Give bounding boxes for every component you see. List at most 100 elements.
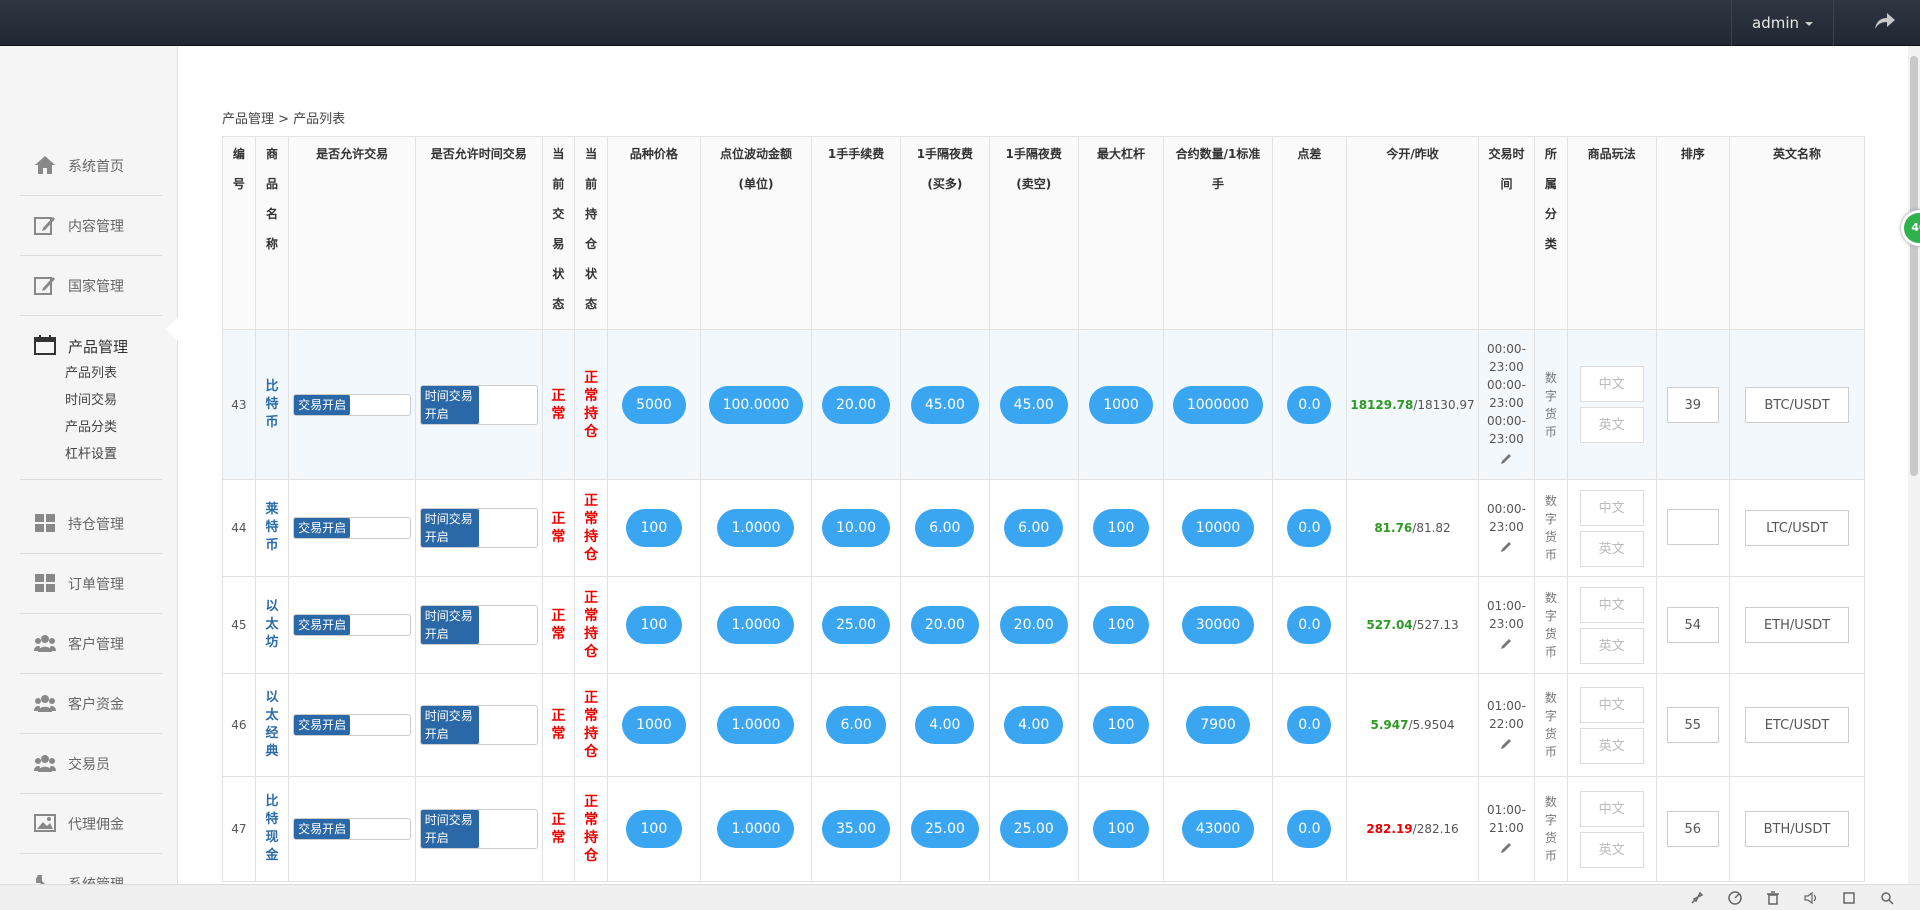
cell-name[interactable]: 比特现金 (254, 776, 290, 882)
chinese-button[interactable]: 中文 (1579, 686, 1644, 723)
subitem-leverage[interactable]: 杠杆设置 (65, 443, 117, 462)
price-pill[interactable]: 100 (625, 606, 682, 644)
sidebar-item-positions[interactable]: 持仓管理 (20, 494, 162, 554)
allow-trade-toggle[interactable]: 交易开启 (293, 714, 412, 736)
allow-time-trade-toggle[interactable]: 时间交易开启 (419, 384, 538, 425)
contract-qty-pill[interactable]: 43000 (1181, 810, 1255, 848)
sort-input[interactable]: 39 (1666, 386, 1719, 423)
scrollbar-thumb[interactable] (1910, 56, 1918, 476)
overnight-short-pill[interactable]: 25.00 (999, 810, 1068, 848)
speed-icon[interactable] (1728, 891, 1742, 905)
subitem-product-category[interactable]: 产品分类 (65, 416, 117, 435)
fee-pill[interactable]: 35.00 (822, 810, 891, 848)
sort-input[interactable]: 54 (1666, 607, 1719, 643)
price-pill[interactable]: 100 (625, 810, 682, 848)
sidebar-item-orders[interactable]: 订单管理 (20, 554, 162, 614)
window-icon[interactable] (1842, 891, 1856, 905)
leverage-pill[interactable]: 100 (1093, 706, 1149, 744)
sidebar-item-home[interactable]: 系统首页 (20, 136, 162, 196)
english-name-input[interactable]: ETH/USDT (1745, 607, 1850, 643)
allow-time-trade-toggle[interactable]: 时间交易开启 (419, 508, 538, 548)
spread-pill[interactable]: 0.0 (1287, 706, 1332, 744)
search-icon[interactable] (1880, 891, 1894, 905)
sidebar-item-country[interactable]: 国家管理 (20, 256, 162, 316)
tick-value-pill[interactable]: 1.0000 (717, 810, 795, 848)
tick-value-pill[interactable]: 1.0000 (717, 606, 795, 644)
pencil-icon[interactable] (1499, 637, 1513, 651)
english-name-input[interactable]: BTH/USDT (1745, 811, 1850, 847)
allow-trade-toggle[interactable]: 交易开启 (293, 818, 412, 840)
tick-value-pill[interactable]: 1.0000 (717, 509, 795, 547)
overnight-long-pill[interactable]: 25.00 (910, 810, 979, 848)
allow-time-trade-toggle[interactable]: 时间交易开启 (419, 809, 538, 849)
overnight-long-pill[interactable]: 45.00 (910, 385, 979, 424)
price-pill[interactable]: 1000 (622, 706, 686, 744)
tick-value-pill[interactable]: 1.0000 (717, 706, 795, 744)
sidebar-item-customers[interactable]: 客户管理 (20, 614, 162, 674)
pencil-icon[interactable] (1499, 452, 1513, 466)
contract-qty-pill[interactable]: 1000000 (1172, 385, 1264, 424)
spread-pill[interactable]: 0.0 (1287, 606, 1332, 644)
cell-name[interactable]: 比特币 (254, 329, 290, 480)
sidebar-item-funds[interactable]: 客户资金 (20, 674, 162, 734)
pencil-icon[interactable] (1499, 540, 1513, 554)
english-button[interactable]: 英文 (1579, 407, 1644, 443)
overnight-short-pill[interactable]: 6.00 (1004, 509, 1064, 547)
floating-badge[interactable]: 40 (1901, 210, 1920, 246)
trash-icon[interactable] (1766, 891, 1780, 905)
english-button[interactable]: 英文 (1579, 530, 1644, 567)
english-button[interactable]: 英文 (1579, 627, 1644, 664)
cell-name[interactable]: 以太坊 (254, 576, 290, 674)
leverage-pill[interactable]: 100 (1093, 810, 1149, 848)
sort-input[interactable] (1666, 508, 1719, 545)
overnight-long-pill[interactable]: 4.00 (915, 706, 975, 744)
pencil-icon[interactable] (1499, 737, 1513, 751)
overnight-long-pill[interactable]: 6.00 (915, 509, 975, 547)
english-name-input[interactable]: ETC/USDT (1745, 707, 1850, 743)
allow-time-trade-toggle[interactable]: 时间交易开启 (419, 705, 538, 745)
spread-pill[interactable]: 0.0 (1287, 509, 1332, 547)
sidebar-item-commission[interactable]: 代理佣金 (20, 794, 162, 854)
allow-trade-toggle[interactable]: 交易开启 (293, 393, 412, 416)
contract-qty-pill[interactable]: 7900 (1186, 706, 1250, 744)
chinese-button[interactable]: 中文 (1579, 790, 1644, 827)
allow-time-trade-toggle[interactable]: 时间交易开启 (419, 605, 538, 645)
leverage-pill[interactable]: 1000 (1089, 385, 1153, 424)
english-name-input[interactable]: BTC/USDT (1745, 386, 1850, 423)
contract-qty-pill[interactable]: 10000 (1181, 509, 1255, 547)
sidebar-item-content[interactable]: 内容管理 (20, 196, 162, 256)
contract-qty-pill[interactable]: 30000 (1181, 606, 1255, 644)
english-button[interactable]: 英文 (1579, 727, 1644, 764)
english-button[interactable]: 英文 (1579, 831, 1644, 868)
chinese-button[interactable]: 中文 (1579, 489, 1644, 526)
chinese-button[interactable]: 中文 (1579, 366, 1644, 402)
overnight-long-pill[interactable]: 20.00 (910, 606, 979, 644)
leverage-pill[interactable]: 100 (1093, 606, 1149, 644)
subitem-product-list[interactable]: 产品列表 (65, 362, 117, 381)
spread-pill[interactable]: 0.0 (1287, 385, 1332, 424)
cell-name[interactable]: 莱特币 (254, 479, 290, 577)
fee-pill[interactable]: 20.00 (822, 385, 891, 424)
spread-pill[interactable]: 0.0 (1287, 810, 1332, 848)
english-name-input[interactable]: LTC/USDT (1745, 510, 1850, 546)
pencil-icon[interactable] (1499, 841, 1513, 855)
cell-name[interactable]: 以太经典 (254, 673, 290, 777)
overnight-short-pill[interactable]: 20.00 (999, 606, 1068, 644)
vertical-scrollbar[interactable] (1908, 46, 1920, 886)
sort-input[interactable]: 55 (1666, 707, 1719, 743)
rocket-icon[interactable] (1690, 891, 1704, 905)
price-pill[interactable]: 5000 (622, 385, 686, 424)
fee-pill[interactable]: 25.00 (822, 606, 891, 644)
sort-input[interactable]: 56 (1666, 811, 1719, 847)
price-pill[interactable]: 100 (625, 509, 682, 547)
overnight-short-pill[interactable]: 45.00 (999, 385, 1068, 424)
user-menu[interactable]: admin (1731, 0, 1833, 46)
volume-icon[interactable] (1804, 891, 1818, 905)
fee-pill[interactable]: 10.00 (822, 509, 891, 547)
overnight-short-pill[interactable]: 4.00 (1004, 706, 1064, 744)
subitem-time-trade[interactable]: 时间交易 (65, 389, 117, 408)
fee-pill[interactable]: 6.00 (826, 706, 886, 744)
sidebar-item-traders[interactable]: 交易员 (20, 734, 162, 794)
logout-button[interactable] (1833, 0, 1920, 46)
sidebar-item-system[interactable]: 系统管理 (20, 854, 162, 886)
